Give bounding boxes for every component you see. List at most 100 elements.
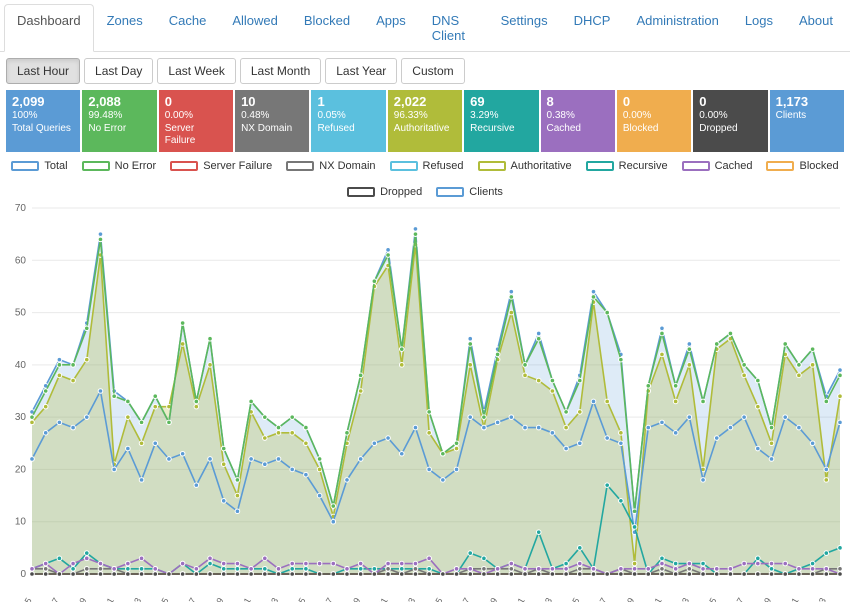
svg-text:16:41: 16:41	[233, 596, 253, 602]
svg-text:16:51: 16:51	[370, 596, 390, 602]
stats-cards: 2,099100%Total Queries2,08899.48%No Erro…	[0, 84, 850, 158]
stat-server-failure[interactable]: 00.00%Server Failure	[159, 90, 233, 152]
stat-label: Server Failure	[165, 123, 227, 148]
legend-label: Server Failure	[203, 160, 272, 172]
stat-cached[interactable]: 80.38%Cached	[541, 90, 615, 152]
range-last-day[interactable]: Last Day	[84, 58, 153, 84]
legend-label: Authoritative	[511, 160, 572, 172]
range-last-week[interactable]: Last Week	[157, 58, 235, 84]
stat-percent: 0.00%	[699, 110, 761, 123]
legend-label: No Error	[115, 160, 157, 172]
stat-percent: 100%	[12, 110, 74, 123]
range-last-year[interactable]: Last Year	[325, 58, 397, 84]
nav-tab-settings[interactable]: Settings	[488, 4, 561, 52]
stat-percent: 0.48%	[241, 110, 303, 123]
svg-text:17:15: 17:15	[699, 596, 719, 602]
svg-text:16:55: 16:55	[425, 596, 445, 602]
stat-value: 8	[547, 94, 609, 110]
nav-tab-dns-client[interactable]: DNS Client	[419, 4, 488, 52]
legend-server-failure[interactable]: Server Failure	[170, 160, 272, 172]
svg-text:17:11: 17:11	[644, 596, 664, 602]
svg-text:70: 70	[15, 203, 27, 214]
stat-percent: 0.38%	[547, 110, 609, 123]
stat-percent: 0.05%	[317, 110, 379, 123]
legend-swatch-icon	[170, 161, 198, 171]
nav-tab-blocked[interactable]: Blocked	[291, 4, 363, 52]
svg-text:60: 60	[15, 255, 27, 266]
svg-text:16:27: 16:27	[41, 596, 61, 602]
legend-swatch-icon	[436, 187, 464, 197]
svg-text:20: 20	[15, 464, 27, 475]
range-last-hour[interactable]: Last Hour	[6, 58, 80, 84]
stat-no-error[interactable]: 2,08899.48%No Error	[82, 90, 156, 152]
legend-label: NX Domain	[319, 160, 375, 172]
svg-text:16:43: 16:43	[260, 596, 280, 602]
nav-tab-administration[interactable]: Administration	[623, 4, 731, 52]
range-custom[interactable]: Custom	[401, 58, 464, 84]
stat-blocked[interactable]: 00.00%Blocked	[617, 90, 691, 152]
legend-refused[interactable]: Refused	[390, 160, 464, 172]
legend-swatch-icon	[586, 161, 614, 171]
svg-text:17:19: 17:19	[753, 596, 773, 602]
legend-total[interactable]: Total	[11, 160, 67, 172]
nav-tab-logs[interactable]: Logs	[732, 4, 786, 52]
svg-text:17:09: 17:09	[616, 596, 636, 602]
svg-text:17:21: 17:21	[781, 596, 801, 602]
legend-no-error[interactable]: No Error	[82, 160, 157, 172]
stat-clients[interactable]: 1,173Clients	[770, 90, 844, 152]
stat-value: 0	[165, 94, 227, 110]
nav-tab-dashboard[interactable]: Dashboard	[4, 4, 94, 52]
svg-text:10: 10	[15, 516, 27, 527]
nav-tab-apps[interactable]: Apps	[363, 4, 419, 52]
chart-area: 01020304050607016:2516:2716:2916:3116:33…	[0, 202, 850, 606]
svg-text:30: 30	[15, 412, 27, 423]
nav-tab-zones[interactable]: Zones	[94, 4, 156, 52]
legend-recursive[interactable]: Recursive	[586, 160, 668, 172]
stat-dropped[interactable]: 00.00%Dropped	[693, 90, 767, 152]
stat-total-queries[interactable]: 2,099100%Total Queries	[6, 90, 80, 152]
svg-text:16:45: 16:45	[288, 596, 308, 602]
svg-text:16:31: 16:31	[96, 596, 116, 602]
legend-swatch-icon	[347, 187, 375, 197]
legend-nx-domain[interactable]: NX Domain	[286, 160, 375, 172]
legend-clients[interactable]: Clients	[436, 186, 503, 198]
legend-authoritative[interactable]: Authoritative	[478, 160, 572, 172]
nav-tab-about[interactable]: About	[786, 4, 846, 52]
legend-blocked[interactable]: Blocked	[766, 160, 838, 172]
stat-value: 1,173	[776, 94, 838, 110]
svg-text:17:13: 17:13	[671, 596, 691, 602]
legend-swatch-icon	[286, 161, 314, 171]
stat-label: Blocked	[623, 123, 685, 136]
svg-text:16:47: 16:47	[315, 596, 335, 602]
range-last-month[interactable]: Last Month	[240, 58, 321, 84]
stat-value: 2,022	[394, 94, 456, 110]
stat-nx-domain[interactable]: 100.48%NX Domain	[235, 90, 309, 152]
stat-value: 2,088	[88, 94, 150, 110]
stat-authoritative[interactable]: 2,02296.33%Authoritative	[388, 90, 462, 152]
stat-refused[interactable]: 10.05%Refused	[311, 90, 385, 152]
svg-text:17:01: 17:01	[507, 596, 527, 602]
queries-line-chart: 01020304050607016:2516:2716:2916:3116:33…	[4, 202, 846, 602]
legend-cached[interactable]: Cached	[682, 160, 753, 172]
time-range-toolbar: Last HourLast DayLast WeekLast MonthLast…	[0, 52, 850, 84]
stat-value: 10	[241, 94, 303, 110]
stat-label: Refused	[317, 123, 379, 136]
svg-text:50: 50	[15, 307, 27, 318]
nav-tab-cache[interactable]: Cache	[156, 4, 220, 52]
svg-text:17:17: 17:17	[726, 596, 746, 602]
svg-text:16:37: 16:37	[178, 596, 198, 602]
legend-label: Refused	[423, 160, 464, 172]
legend-swatch-icon	[390, 161, 418, 171]
nav-tab-dhcp[interactable]: DHCP	[561, 4, 624, 52]
stat-label: Recursive	[470, 123, 532, 136]
legend-dropped[interactable]: Dropped	[347, 186, 422, 198]
legend-label: Clients	[469, 186, 503, 198]
stat-recursive[interactable]: 693.29%Recursive	[464, 90, 538, 152]
stat-percent: 96.33%	[394, 110, 456, 123]
nav-tab-allowed[interactable]: Allowed	[219, 4, 291, 52]
stat-label: No Error	[88, 123, 150, 136]
svg-text:16:59: 16:59	[479, 596, 499, 602]
stat-value: 2,099	[12, 94, 74, 110]
stat-label: Authoritative	[394, 123, 456, 136]
stat-percent: 99.48%	[88, 110, 150, 123]
